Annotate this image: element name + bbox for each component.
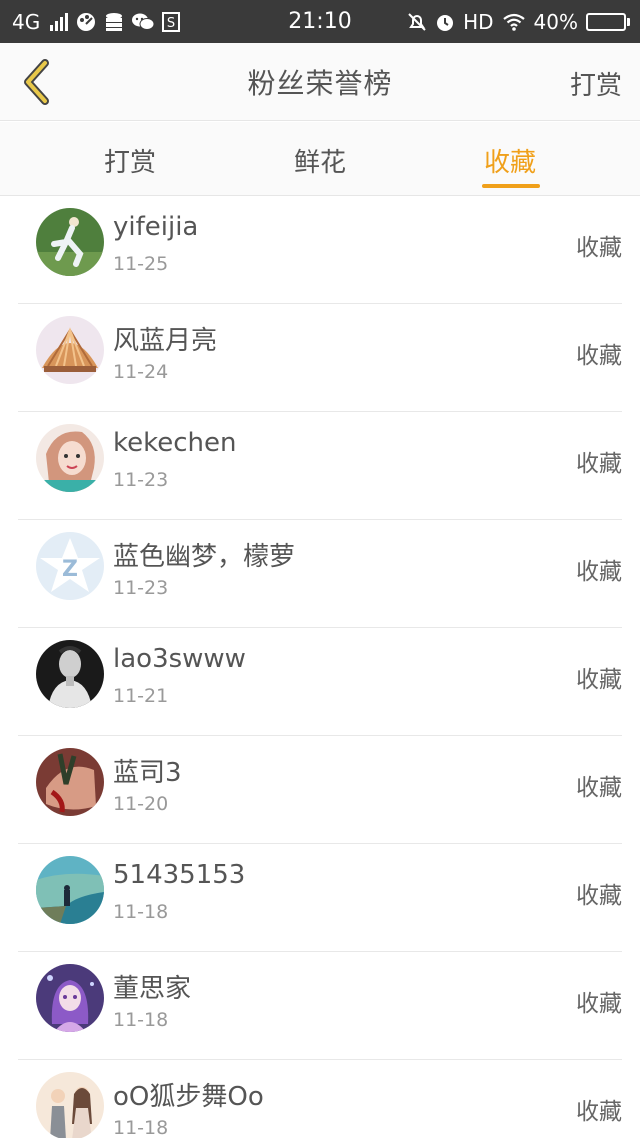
fan-name: 51435153 xyxy=(113,860,246,890)
svg-text:S: S xyxy=(167,16,175,31)
back-button[interactable] xyxy=(16,57,56,107)
reward-button[interactable]: 打赏 xyxy=(570,65,622,102)
list-item[interactable]: lao3swww 11-21 收藏 xyxy=(18,628,622,736)
avatar xyxy=(36,856,104,924)
fan-name: oO狐步舞Oo xyxy=(113,1082,264,1112)
fan-date: 11-23 xyxy=(113,469,169,491)
fan-name: yifeijia xyxy=(113,212,199,242)
fan-date: 11-23 xyxy=(113,577,169,599)
fan-action: 收藏 xyxy=(576,343,622,369)
signal-icon xyxy=(50,12,69,31)
network-label: 4G xyxy=(12,9,41,34)
active-tab-indicator xyxy=(482,184,540,188)
status-bar: 4G S 21:10 HD 40% xyxy=(0,0,640,43)
list-item[interactable]: 蓝司3 11-20 收藏 xyxy=(18,736,622,844)
avatar xyxy=(36,208,104,276)
avatar xyxy=(36,964,104,1032)
battery-percent: 40% xyxy=(533,9,578,34)
fan-action: 收藏 xyxy=(576,451,622,477)
list-item[interactable]: kekechen 11-23 收藏 xyxy=(18,412,622,520)
avatar xyxy=(36,1072,104,1138)
status-right: HD 40% xyxy=(407,10,630,34)
list-item[interactable]: yifeijia 11-25 收藏 xyxy=(18,196,622,304)
top-bar: 粉丝荣誉榜 打赏 xyxy=(0,43,640,121)
alarm-icon xyxy=(435,12,455,32)
fan-action: 收藏 xyxy=(576,775,622,801)
fan-name: kekechen xyxy=(113,428,237,458)
fan-date: 11-18 xyxy=(113,1117,169,1138)
fan-name: lao3swww xyxy=(113,644,246,674)
fan-name: 董思家 xyxy=(113,974,192,1004)
fan-date: 11-21 xyxy=(113,685,169,707)
fan-action: 收藏 xyxy=(576,235,622,261)
avatar xyxy=(36,316,104,384)
fan-date: 11-18 xyxy=(113,901,169,923)
avatar xyxy=(36,424,104,492)
tab-flowers[interactable]: 鲜花 xyxy=(260,142,380,179)
avatar xyxy=(36,640,104,708)
fan-date: 11-18 xyxy=(113,1009,169,1031)
fan-action: 收藏 xyxy=(576,559,622,585)
list-item[interactable]: oO狐步舞Oo 11-18 收藏 xyxy=(18,1060,622,1138)
list-item[interactable]: 51435153 11-18 收藏 xyxy=(18,844,622,952)
chevron-left-icon xyxy=(24,59,49,105)
fan-list: yifeijia 11-25 收藏 风蓝月亮 11-24 收藏 kekechen… xyxy=(0,196,640,1138)
list-item[interactable]: 董思家 11-18 收藏 xyxy=(18,952,622,1060)
s-icon: S xyxy=(162,11,181,32)
wechat-icon xyxy=(132,12,155,32)
fan-action: 收藏 xyxy=(576,1099,622,1125)
avatar xyxy=(36,748,104,816)
avatar: Z xyxy=(36,532,104,600)
fan-action: 收藏 xyxy=(576,991,622,1017)
fan-action: 收藏 xyxy=(576,667,622,693)
list-item[interactable]: Z 蓝色幽梦，檬萝 11-23 收藏 xyxy=(18,520,622,628)
wifi-icon xyxy=(502,12,526,32)
database-icon xyxy=(104,12,124,32)
tab-bar: 打赏 鲜花 收藏 xyxy=(0,122,640,196)
fan-date: 11-20 xyxy=(113,793,169,815)
page-title: 粉丝荣誉榜 xyxy=(247,66,393,100)
fan-date: 11-25 xyxy=(113,253,169,275)
list-item[interactable]: 风蓝月亮 11-24 收藏 xyxy=(18,304,622,412)
hd-label: HD xyxy=(463,9,494,34)
fan-date: 11-24 xyxy=(113,361,169,383)
fan-name: 蓝司3 xyxy=(113,758,182,788)
mute-bell-icon xyxy=(407,12,427,32)
fan-name: 蓝色幽梦，檬萝 xyxy=(113,542,296,572)
svg-text:Z: Z xyxy=(62,557,78,582)
paint-icon xyxy=(76,12,96,32)
battery-icon xyxy=(586,12,630,31)
fan-name: 风蓝月亮 xyxy=(113,326,218,356)
tab-reward[interactable]: 打赏 xyxy=(70,142,190,179)
fan-action: 收藏 xyxy=(576,883,622,909)
status-left: 4G S xyxy=(12,9,181,34)
tab-favorites[interactable]: 收藏 xyxy=(450,142,570,179)
